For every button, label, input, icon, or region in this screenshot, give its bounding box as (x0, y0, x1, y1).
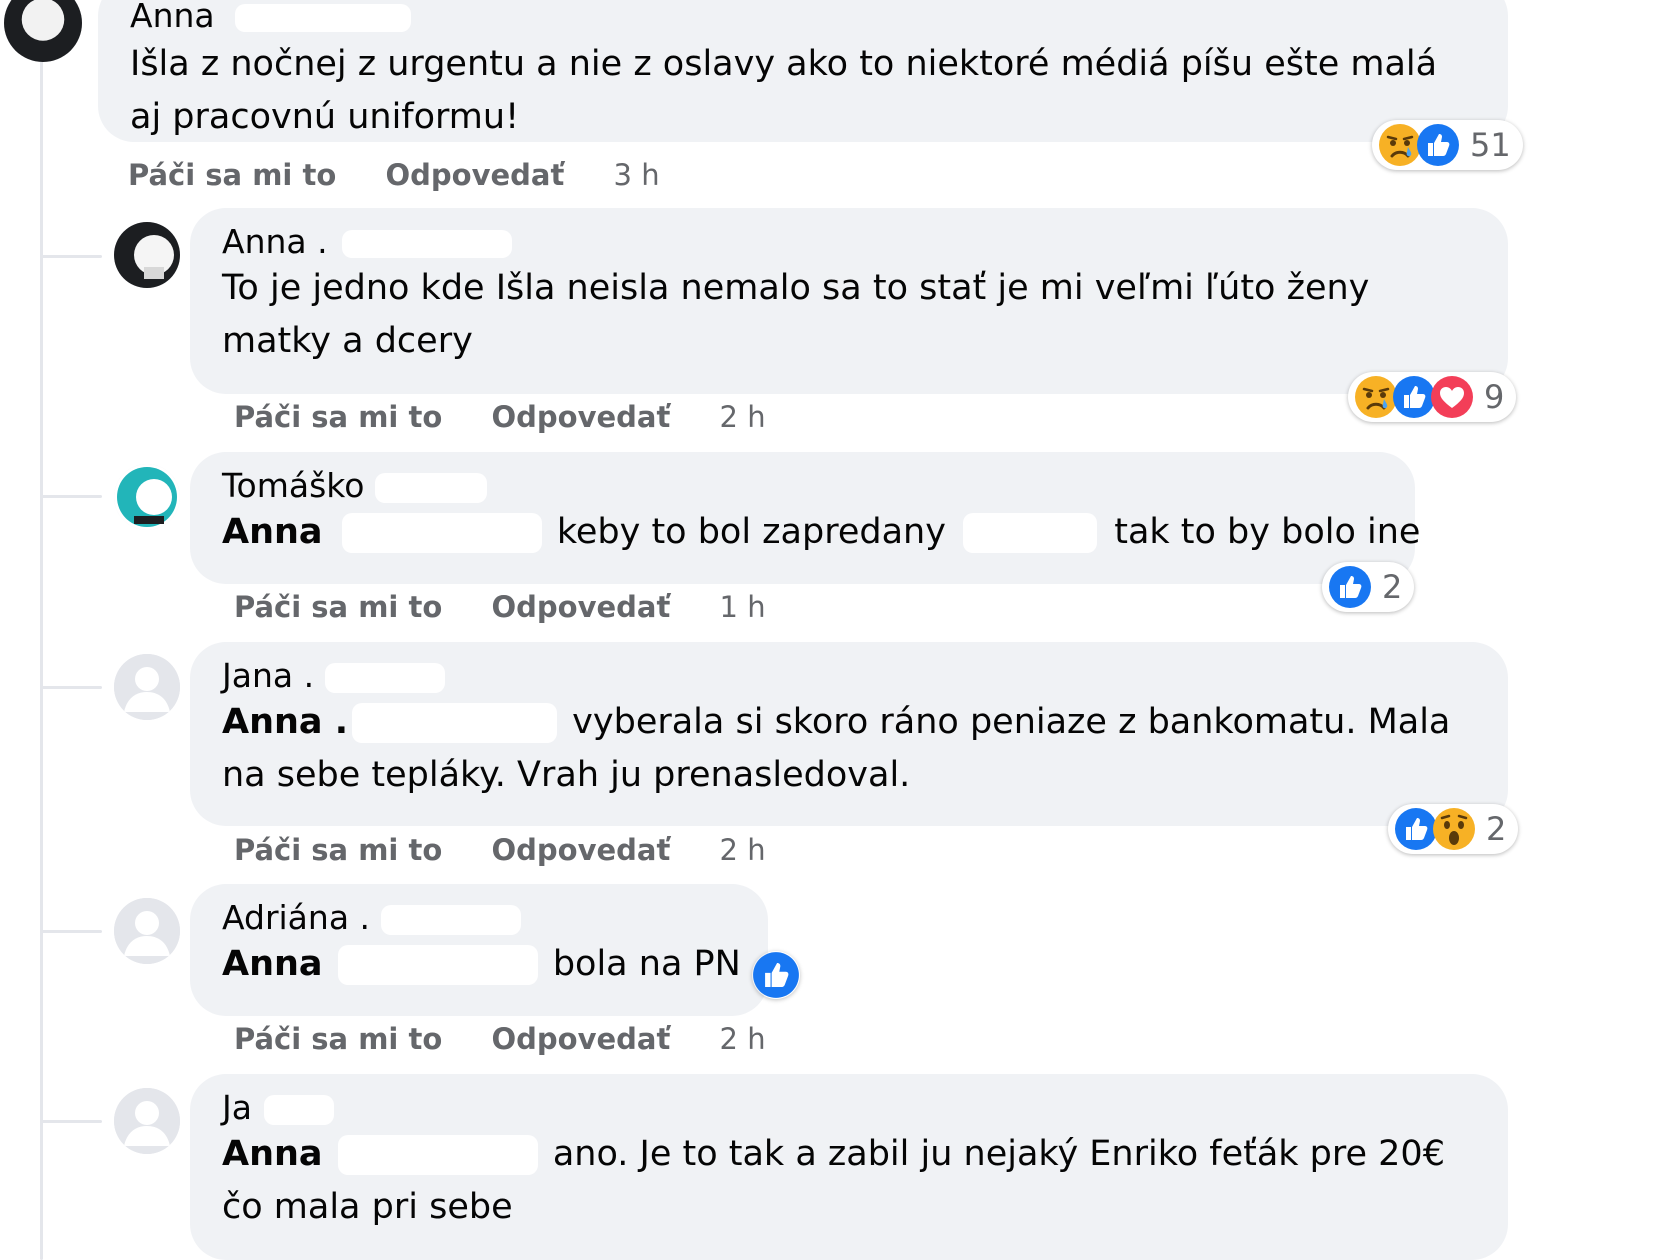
like-icon (1328, 565, 1372, 609)
timestamp[interactable]: 2 h (720, 1022, 766, 1056)
comment-bubble-1: Anna Išla z nočnej z urgentu a nie z osl… (98, 0, 1508, 142)
redacted-name (342, 229, 513, 258)
reply-button[interactable]: Odpovedať (491, 1022, 670, 1056)
reply-button[interactable]: Odpovedať (491, 590, 670, 624)
redacted-name (337, 945, 538, 985)
avatar[interactable] (4, 0, 82, 62)
thread-connector (42, 495, 102, 498)
comment-text: To je jedno kde Išla neisla nemalo sa to… (222, 268, 1370, 361)
like-button[interactable]: Páči sa mi to (234, 1022, 442, 1056)
reply-bubble-3: Jana . Anna . vyberala si skoro ráno pen… (190, 642, 1508, 826)
wow-icon (1432, 807, 1476, 851)
redacted-name (963, 513, 1098, 553)
comment-actions: Páči sa mi to Odpovedať 2 h (234, 400, 766, 434)
reaction-count: 2 (1486, 810, 1507, 848)
avatar[interactable] (114, 898, 180, 964)
comment-text: keby to bol zapredany (556, 512, 946, 552)
like-button[interactable]: Páči sa mi to (234, 590, 442, 624)
like-icon[interactable] (752, 951, 800, 999)
comment-author[interactable]: Anna (130, 0, 215, 35)
avatar[interactable] (114, 464, 180, 530)
thread-connector (42, 930, 102, 933)
timestamp[interactable]: 2 h (720, 833, 766, 867)
reply-button[interactable]: Odpovedať (385, 158, 564, 192)
comment-actions: Páči sa mi to Odpovedať 2 h (234, 833, 766, 867)
reaction-count: 2 (1382, 568, 1403, 606)
like-button[interactable]: Páči sa mi to (128, 158, 336, 192)
avatar[interactable] (114, 1088, 180, 1154)
redacted-name (337, 1135, 538, 1175)
comment-text: bola na PN (552, 944, 741, 984)
timestamp[interactable]: 2 h (720, 400, 766, 434)
comment-actions: Páči sa mi to Odpovedať 2 h (234, 1022, 766, 1056)
redacted-name (235, 3, 412, 32)
comment-text: tak to by bolo ine (1114, 512, 1421, 552)
like-button[interactable]: Páči sa mi to (234, 400, 442, 434)
comment-author[interactable]: Jana . (222, 656, 314, 695)
reactions-summary[interactable]: 51 (1372, 120, 1523, 170)
like-icon (1416, 123, 1460, 167)
comment-author[interactable]: Anna . (222, 222, 328, 261)
reply-button[interactable]: Odpovedať (491, 833, 670, 867)
comment-author[interactable]: Tomáško (222, 466, 364, 505)
reply-bubble-2: Tomáško Anna keby to bol zapredany tak t… (190, 452, 1420, 584)
reply-button[interactable]: Odpovedať (491, 400, 670, 434)
mention-tag[interactable]: Anna (222, 944, 323, 984)
reply-bubble-1: Anna . To je jedno kde Išla neisla nemal… (190, 208, 1508, 394)
redacted-name (374, 472, 487, 503)
mention-tag[interactable]: Anna (222, 1134, 323, 1174)
reply-bubble-5: Ja Anna ano. Je to tak a zabil ju nejaký… (190, 1074, 1508, 1260)
reactions-summary[interactable]: 2 (1388, 804, 1519, 854)
redacted-name (380, 904, 521, 935)
comment-actions: Páči sa mi to Odpovedať 3 h (128, 158, 660, 192)
mention-tag[interactable]: Anna (222, 512, 323, 552)
thread-connector (42, 686, 102, 689)
redacted-name (264, 1094, 335, 1125)
comment-actions: Páči sa mi to Odpovedať 1 h (234, 590, 766, 624)
thread-connector (42, 255, 102, 258)
redacted-name (341, 513, 542, 553)
like-button[interactable]: Páči sa mi to (234, 833, 442, 867)
timestamp[interactable]: 1 h (720, 590, 766, 624)
reactions-summary[interactable]: 9 (1348, 372, 1517, 422)
timestamp[interactable]: 3 h (614, 158, 660, 192)
redacted-name (324, 662, 445, 693)
thread-line (40, 60, 43, 1260)
reactions-summary[interactable]: 2 (1322, 562, 1415, 612)
comment-author[interactable]: Ja (222, 1088, 252, 1127)
reaction-count: 9 (1484, 378, 1505, 416)
comment-author[interactable]: Adriána . (222, 898, 370, 937)
reply-bubble-4: Adriána . Anna bola na PN (190, 884, 768, 1016)
avatar[interactable] (114, 654, 180, 720)
thread-connector (42, 1120, 102, 1123)
love-icon (1430, 375, 1474, 419)
avatar[interactable] (114, 222, 180, 288)
comment-text: Išla z nočnej z urgentu a nie z oslavy a… (130, 44, 1438, 137)
reaction-count: 51 (1470, 126, 1511, 164)
redacted-name (352, 703, 558, 743)
mention-tag[interactable]: Anna . (222, 702, 348, 742)
